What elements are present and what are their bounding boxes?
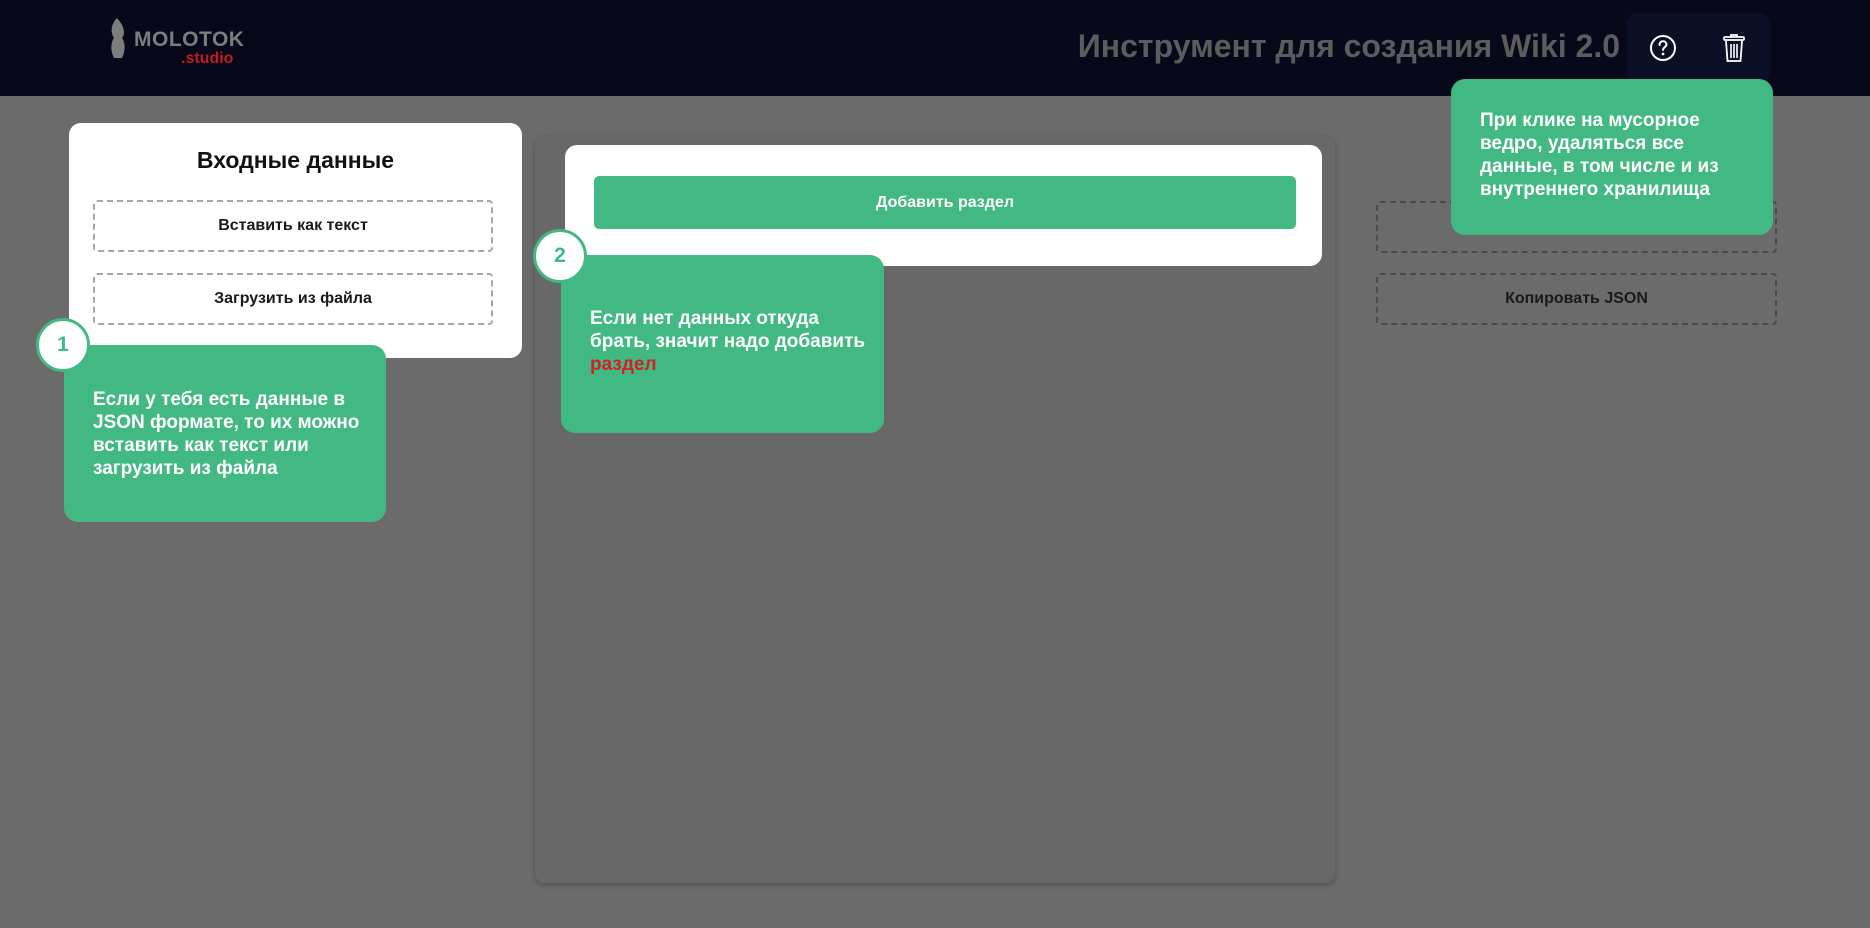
app-title: Инструмент для создания Wiki 2.0 xyxy=(1077,28,1620,64)
logo-text: MOLOTOK xyxy=(134,28,245,51)
step-badge-2: 2 xyxy=(533,229,587,283)
tooltip-3-text: При клике на мусорное ведро, удаляться в… xyxy=(1480,110,1719,200)
onboarding-tooltip-trash: При клике на мусорное ведро, удаляться в… xyxy=(1451,79,1773,235)
help-button[interactable] xyxy=(1641,26,1685,70)
add-section-button[interactable]: Добавить раздел xyxy=(594,176,1296,229)
add-section-panel: Добавить раздел xyxy=(565,145,1322,266)
molotok-logo[interactable]: MOLOTOK .studio xyxy=(108,14,248,70)
step-badge-1: 1 xyxy=(36,318,90,372)
paste-as-text-button[interactable]: Вставить как текст xyxy=(93,200,493,252)
onboarding-tooltip-1: Если у тебя есть данные в JSON формате, … xyxy=(64,345,386,522)
copy-json-button[interactable]: Копировать JSON xyxy=(1376,273,1777,325)
load-from-file-button[interactable]: Загрузить из файла xyxy=(93,273,493,325)
help-circle-icon xyxy=(1650,35,1676,61)
input-data-panel: Входные данные Вставить как текст Загруз… xyxy=(69,123,522,358)
tooltip-2-accent: раздел xyxy=(590,354,657,375)
tooltip-1-text: Если у тебя есть данные в JSON формате, … xyxy=(93,389,360,479)
tooltip-2-text-block: Если нет данных откуда брать, значит над… xyxy=(590,307,868,376)
header-actions xyxy=(1627,13,1770,83)
trash-button[interactable] xyxy=(1712,26,1756,70)
onboarding-tooltip-2: Если нет данных откуда брать, значит над… xyxy=(561,255,884,433)
logo-subtext: .studio xyxy=(181,50,234,67)
logo-mark-icon xyxy=(111,18,125,58)
trash-icon xyxy=(1723,34,1745,62)
tooltip-2-text: Если нет данных откуда брать, значит над… xyxy=(590,308,866,352)
input-panel-title: Входные данные xyxy=(196,147,395,173)
